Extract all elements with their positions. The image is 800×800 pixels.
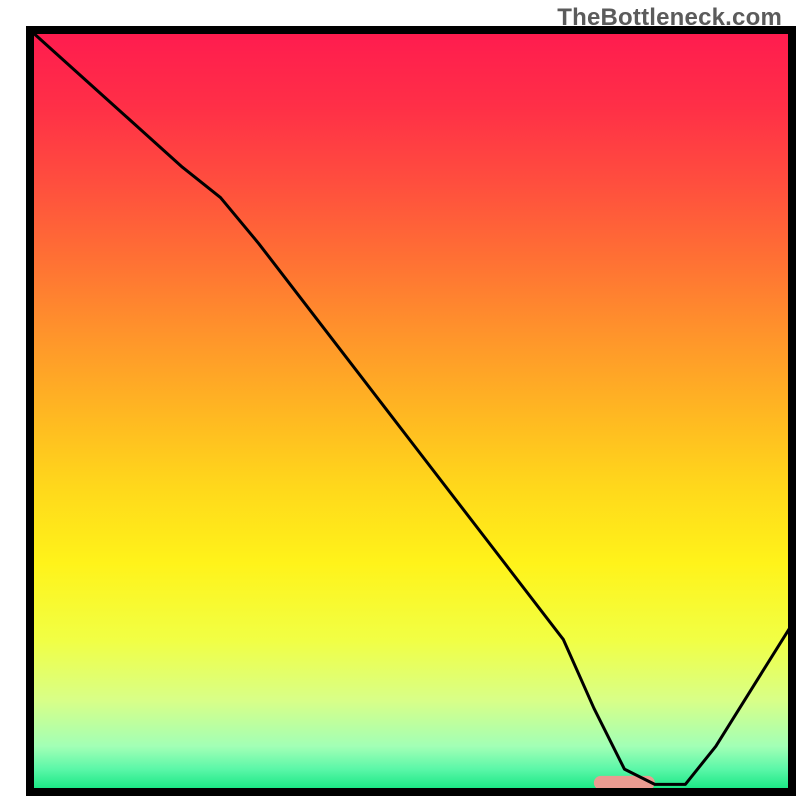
gradient-background	[30, 30, 792, 792]
watermark-label: TheBottleneck.com	[557, 4, 782, 32]
chart-container: TheBottleneck.com	[0, 0, 800, 800]
bottleneck-chart	[0, 0, 800, 800]
optimal-range-marker	[594, 776, 655, 790]
